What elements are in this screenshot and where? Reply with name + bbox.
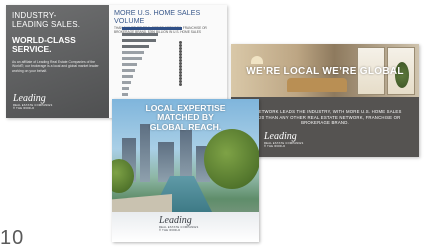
lamp-image (251, 56, 263, 64)
local-global-headline: WE’RE LOCAL WE’RE GLOBAL (246, 66, 404, 77)
logo-subtext: REAL ESTATE COMPANIES ® THE WORLD (159, 226, 199, 233)
card2-body-text: AL NETWORK LEADS THE INDUSTRY, WITH MORE… (248, 109, 402, 126)
card-local-global: WE’RE LOCAL WE’RE GLOBAL AL NETWORK LEAD… (231, 44, 419, 157)
card1-body-text: As an affiliate of Leading Real Estate C… (12, 60, 99, 73)
chart-bar (122, 45, 149, 48)
world-class-heading: WORLD-CLASS SERVICE. (12, 35, 76, 54)
card2-text-panel: AL NETWORK LEADS THE INDUSTRY, WITH MORE… (231, 97, 419, 157)
chart-bar (122, 63, 137, 66)
tree-image (204, 129, 259, 189)
leading-logo: Leading REAL ESTATE COMPANIES ® THE WORL… (159, 215, 199, 233)
chart-bar (122, 39, 156, 42)
chart-bar (122, 51, 144, 54)
card-local-expertise: LOCAL EXPERTISE MATCHED BY GLOBAL REACH.… (112, 99, 259, 242)
building-image (140, 124, 150, 182)
logo-word: Leading (13, 93, 46, 104)
partial-number-text: 10 (0, 227, 25, 249)
chart-bar (122, 57, 142, 60)
industry-leading-heading: INDUSTRY- LEADING SALES. (12, 11, 81, 29)
chart-legend (179, 41, 224, 86)
chart-bar (122, 87, 129, 90)
local-expertise-headline: LOCAL EXPERTISE MATCHED BY GLOBAL REACH. (145, 103, 226, 132)
building-image (180, 130, 192, 182)
chart-bar (122, 75, 133, 78)
logo-word: Leading (264, 131, 297, 142)
sofa-image (287, 78, 347, 92)
legend-item (179, 83, 224, 86)
chart-bar (122, 81, 131, 84)
leading-logo: Leading REAL ESTATE COMPANIES ® THE WORL… (264, 131, 304, 149)
chart-bar (122, 33, 158, 36)
logo-subtext: REAL ESTATE COMPANIES ® THE WORLD (264, 142, 304, 149)
chart-bar (122, 27, 182, 30)
chart-bar (122, 93, 128, 96)
leading-logo: Leading REAL ESTATE COMPANIES ® THE WORL… (13, 93, 53, 111)
riverwalk-image (112, 194, 172, 212)
chart-bar (122, 69, 135, 72)
chart-title: MORE U.S. HOME SALES VOLUME (114, 8, 201, 25)
logo-word: Leading (159, 215, 192, 226)
logo-subtext: REAL ESTATE COMPANIES ® THE WORLD (13, 104, 53, 111)
